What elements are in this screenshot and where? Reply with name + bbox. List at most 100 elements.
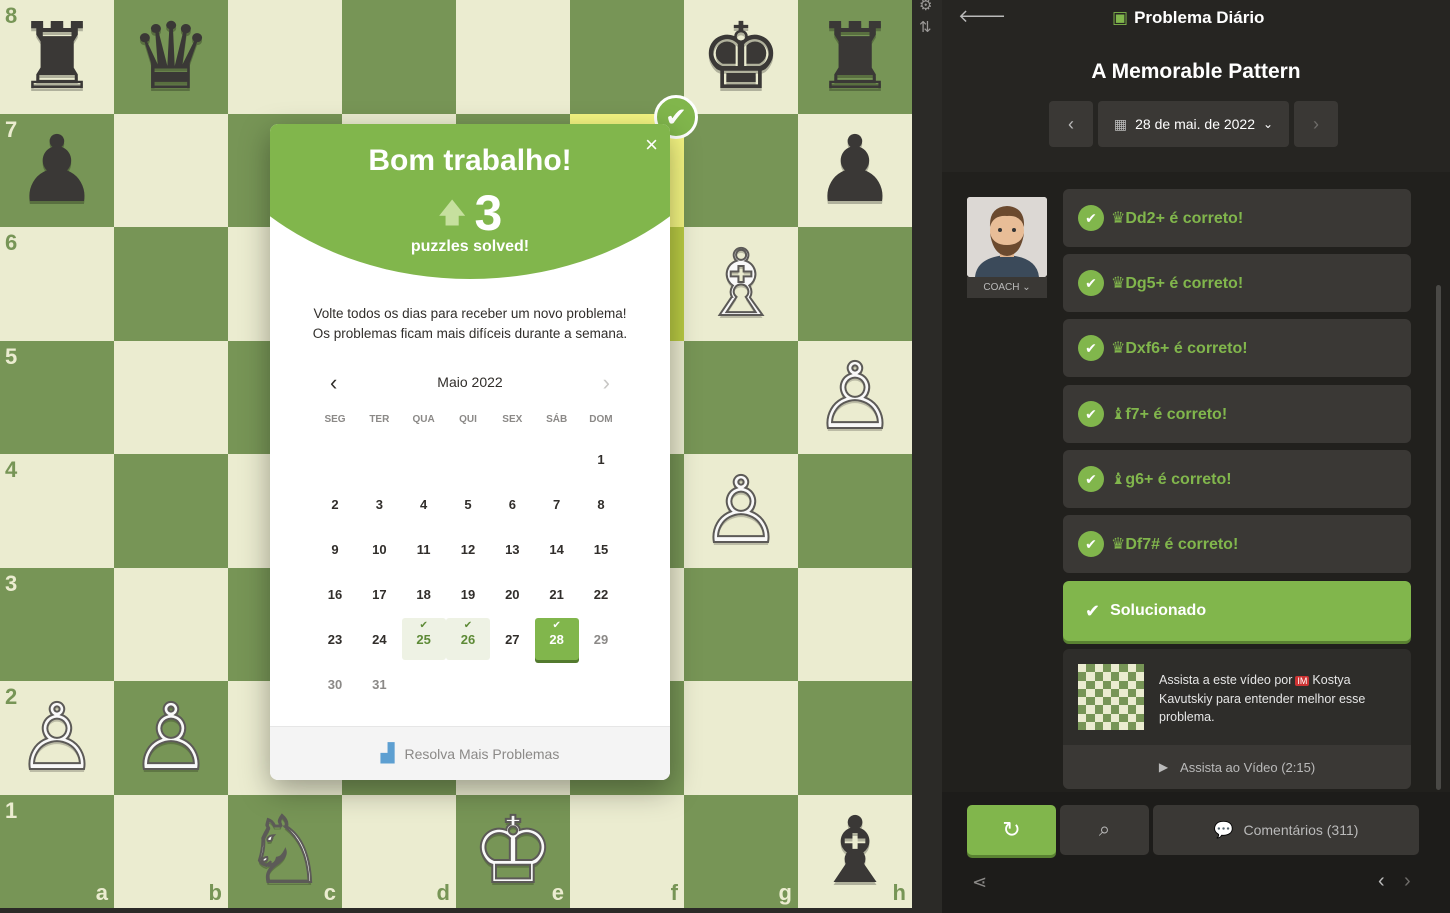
calendar-day[interactable]: 19 (446, 573, 490, 615)
square-g2[interactable] (684, 681, 798, 795)
black-piece[interactable]: ♚ (700, 10, 782, 103)
retry-button[interactable]: ↻ (967, 805, 1056, 855)
calendar-day[interactable]: 4 (402, 483, 446, 525)
white-piece[interactable]: ♗ (699, 236, 783, 330)
black-piece[interactable]: ♜ (16, 10, 98, 103)
square-b4[interactable] (114, 454, 228, 568)
calendar-day[interactable]: 20 (490, 573, 534, 615)
calendar-day[interactable]: 9 (313, 528, 357, 570)
calendar-day[interactable]: 15 (579, 528, 623, 570)
white-piece[interactable]: ♙ (699, 463, 783, 557)
comments-button[interactable]: 💬 Comentários (311) (1153, 805, 1419, 855)
square-g6[interactable]: ♗ (684, 227, 798, 341)
calendar-day[interactable]: ✔ 26 (445, 618, 490, 660)
square-a4[interactable]: 4 (0, 454, 114, 568)
square-b2[interactable]: ♙ (114, 681, 228, 795)
calendar-day[interactable]: 27 (490, 618, 534, 660)
black-piece[interactable]: ♛ (130, 10, 212, 103)
calendar-day[interactable]: 5 (446, 483, 490, 525)
calendar-day[interactable]: 29 (579, 618, 623, 660)
calendar-day[interactable]: 23 (313, 618, 357, 660)
calendar-day[interactable]: 12 (446, 528, 490, 570)
calendar-day[interactable]: 13 (490, 528, 534, 570)
previous-move-icon[interactable]: ‹ (1378, 870, 1385, 893)
square-a6[interactable]: 6 (0, 227, 114, 341)
square-a7[interactable]: 7 ♟ (0, 113, 114, 227)
prev-day-button[interactable]: ‹ (1049, 101, 1093, 147)
video-card[interactable]: Assista a este vídeo por IM Kostya Kavutsk… (1063, 649, 1411, 789)
square-b5[interactable] (114, 340, 228, 454)
calendar-day[interactable]: 10 (357, 528, 401, 570)
move-item[interactable]: ✔ ♛Dxf6+ é correto! (1063, 319, 1411, 377)
square-b1[interactable]: b (114, 794, 228, 908)
square-b6[interactable] (114, 227, 228, 341)
black-piece[interactable]: ♝ (814, 805, 896, 897)
solve-more-button[interactable]: ▟ Resolva Mais Problemas (270, 726, 670, 780)
square-a5[interactable]: 5 (0, 340, 114, 454)
square-a1[interactable]: 1a (0, 794, 114, 908)
analysis-button[interactable]: ⌕ (1060, 805, 1149, 855)
square-d8[interactable] (342, 0, 456, 114)
video-thumbnail[interactable] (1078, 664, 1144, 730)
square-g7[interactable] (684, 113, 798, 227)
calendar-day[interactable]: ✔ 25 (401, 618, 446, 660)
square-a3[interactable]: 3 (0, 567, 114, 681)
calendar-day[interactable]: 14 (535, 528, 579, 570)
calendar-day[interactable]: 31 (357, 663, 401, 705)
square-h8[interactable]: ♜ (798, 0, 912, 114)
square-h2[interactable] (798, 681, 912, 795)
square-a2[interactable]: 2 ♙ (0, 681, 114, 795)
square-e8[interactable] (456, 0, 570, 114)
scrollbar[interactable] (1436, 285, 1441, 790)
calendar-day[interactable]: 1 (579, 438, 623, 480)
white-piece[interactable]: ♘ (243, 804, 327, 898)
calendar-day[interactable]: 8 (579, 483, 623, 525)
square-h6[interactable] (798, 227, 912, 341)
watch-video-button[interactable]: ▶ Assista ao Vídeo (2:15) (1063, 745, 1411, 789)
calendar-next-icon[interactable]: › (603, 370, 610, 396)
calendar-day[interactable]: 22 (579, 573, 623, 615)
square-b7[interactable] (114, 113, 228, 227)
white-piece[interactable]: ♙ (813, 350, 897, 444)
settings-icon[interactable]: ⚙ (919, 0, 932, 14)
back-arrow-icon[interactable]: 🡐 (958, 6, 1006, 27)
calendar-day[interactable]: 6 (490, 483, 534, 525)
square-h5[interactable]: ♙ (798, 340, 912, 454)
square-e1[interactable]: e ♔ (456, 794, 570, 908)
square-h7[interactable]: ♟ (798, 113, 912, 227)
square-f1[interactable]: f (570, 794, 684, 908)
square-g5[interactable] (684, 340, 798, 454)
calendar-day[interactable]: 11 (402, 528, 446, 570)
calendar-day[interactable]: 24 (357, 618, 401, 660)
black-piece[interactable]: ♜ (814, 10, 896, 103)
square-g8[interactable]: ♚ (684, 0, 798, 114)
square-c8[interactable] (228, 0, 342, 114)
black-piece[interactable]: ♟ (16, 124, 98, 216)
white-piece[interactable]: ♙ (129, 690, 213, 784)
move-item[interactable]: ✔ ♛Df7# é correto! (1063, 515, 1411, 573)
white-piece[interactable]: ♙ (15, 690, 99, 784)
square-c1[interactable]: c ♘ (228, 794, 342, 908)
calendar-day[interactable]: 2 (313, 483, 357, 525)
move-item[interactable]: ✔ ♛Dd2+ é correto! (1063, 189, 1411, 247)
square-h4[interactable] (798, 454, 912, 568)
move-item[interactable]: ✔ ♛Dg5+ é correto! (1063, 254, 1411, 312)
square-a8[interactable]: 8 ♜ (0, 0, 114, 114)
flip-board-icon[interactable]: ⇅ (919, 18, 932, 36)
black-piece[interactable]: ♟ (814, 124, 896, 216)
square-h1[interactable]: h ♝ (798, 794, 912, 908)
share-icon[interactable]: ⋖ (972, 872, 987, 893)
move-item[interactable]: ✔ ♝g6+ é correto! (1063, 450, 1411, 508)
calendar-day[interactable]: 21 (535, 573, 579, 615)
square-g4[interactable]: ♙ (684, 454, 798, 568)
calendar-day[interactable]: 17 (357, 573, 401, 615)
close-icon[interactable]: × (645, 132, 658, 158)
square-b8[interactable]: ♛ (114, 0, 228, 114)
calendar-day[interactable]: 18 (402, 573, 446, 615)
calendar-day[interactable]: 30 (313, 663, 357, 705)
square-b3[interactable] (114, 567, 228, 681)
square-g1[interactable]: g (684, 794, 798, 908)
square-d1[interactable]: d (342, 794, 456, 908)
next-move-icon[interactable]: › (1404, 870, 1411, 893)
calendar-day[interactable]: ✔ 28 (534, 618, 579, 660)
